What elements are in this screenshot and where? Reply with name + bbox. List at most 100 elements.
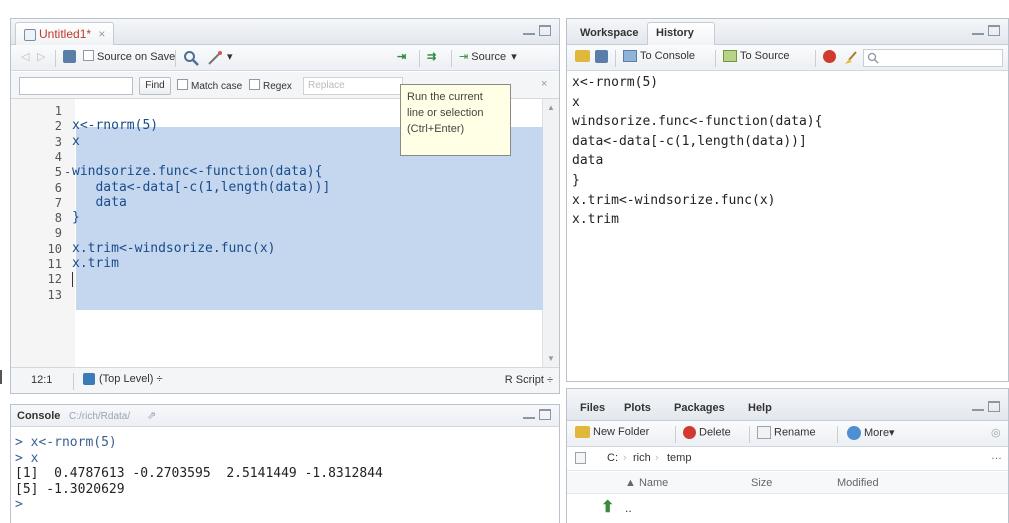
code-line[interactable]: windsorize.func<-function(data){ xyxy=(72,164,322,179)
source-dropdown-icon[interactable]: ▾ xyxy=(511,51,517,63)
file-type-selector[interactable]: R Script ÷ xyxy=(505,374,553,386)
more-menu-button[interactable]: More▾ xyxy=(847,426,895,443)
rerun-region-icon[interactable]: ⇉ xyxy=(427,50,436,67)
tab-workspace[interactable]: Workspace xyxy=(571,22,648,45)
history-entry[interactable]: } xyxy=(572,173,580,188)
pane-splitter-left[interactable] xyxy=(0,370,4,384)
delete-button[interactable]: Delete xyxy=(683,426,731,443)
code-line[interactable]: data xyxy=(72,195,126,210)
code-line[interactable]: x xyxy=(72,134,80,149)
history-search-input[interactable] xyxy=(863,49,1003,67)
history-toolbar: To Console To Source xyxy=(567,45,1008,71)
source-button[interactable]: ⇥ Source ▾ xyxy=(459,50,517,67)
replace-input[interactable]: Replace xyxy=(303,77,403,95)
source-on-save-checkbox[interactable]: Source on Save xyxy=(83,50,175,67)
history-list[interactable]: x<-rnorm(5) x windsorize.func<-function(da… xyxy=(567,71,1008,381)
tab-files[interactable]: Files xyxy=(571,397,614,420)
breadcrumb-more-icon[interactable]: … xyxy=(991,450,1002,462)
maximize-icon[interactable] xyxy=(539,25,551,36)
find-input[interactable] xyxy=(19,77,133,95)
cursor-position: 12:1 xyxy=(31,374,53,386)
find-button[interactable]: Find xyxy=(139,77,171,95)
remove-entry-icon[interactable] xyxy=(823,50,836,67)
breadcrumb-rich[interactable]: rich xyxy=(633,452,651,464)
minimize-icon[interactable] xyxy=(972,409,984,411)
save-icon[interactable] xyxy=(63,50,76,67)
save-history-icon[interactable] xyxy=(595,50,608,67)
code-line[interactable]: x.trim xyxy=(72,256,119,271)
code-tools-wand-icon[interactable] xyxy=(207,50,223,67)
history-entry[interactable]: windsorize.func<-function(data){ xyxy=(572,114,822,129)
maximize-icon[interactable] xyxy=(539,409,551,420)
files-up-row[interactable]: ⬆ .. xyxy=(567,495,1008,519)
scroll-down-icon[interactable]: ▼ xyxy=(547,354,555,363)
to-console-label: To Console xyxy=(640,50,696,62)
workspace-window-buttons[interactable] xyxy=(972,25,1002,39)
findbar-close-icon[interactable]: × xyxy=(541,78,547,95)
refresh-icon[interactable]: ◎ xyxy=(991,426,1001,443)
tab-untitled1[interactable]: Untitled1* × xyxy=(15,22,115,45)
files-window-buttons[interactable] xyxy=(972,401,1002,415)
history-entry[interactable]: data xyxy=(572,153,603,168)
column-size[interactable]: Size xyxy=(751,477,772,489)
history-entry[interactable]: x xyxy=(572,95,580,110)
tab-workspace-label: Workspace xyxy=(580,27,639,39)
find-icon[interactable] xyxy=(183,50,199,67)
go-to-directory-icon[interactable]: ⇗ xyxy=(147,409,156,422)
to-console-button[interactable]: To Console xyxy=(623,50,695,67)
scroll-up-icon[interactable]: ▲ xyxy=(547,103,555,112)
to-source-icon xyxy=(723,50,737,63)
regex-checkbox[interactable]: Regex xyxy=(249,79,292,96)
tab-plots[interactable]: Plots xyxy=(615,397,660,420)
wand-dropdown-icon[interactable]: ▾ xyxy=(227,50,233,67)
console-output[interactable]: > x<-rnorm(5) > x [1] 0.4787613 -0.2703595… xyxy=(11,429,559,523)
column-modified[interactable]: Modified xyxy=(837,477,879,489)
breadcrumb-temp[interactable]: temp xyxy=(667,452,691,464)
tab-history[interactable]: History xyxy=(647,22,715,45)
column-name[interactable]: ▲ Name xyxy=(625,477,668,489)
history-entry[interactable]: x.trim<-windsorize.func(x) xyxy=(572,193,776,208)
code-line[interactable]: x<-rnorm(5) xyxy=(72,118,158,133)
source-button-label: Source xyxy=(471,51,507,63)
editor-scrollbar[interactable]: ▲ ▼ xyxy=(542,99,559,367)
code-line[interactable]: x.trim<-windsorize.func(x) xyxy=(72,241,276,256)
tab-close-icon[interactable]: × xyxy=(98,27,105,41)
minimize-icon[interactable] xyxy=(972,33,984,35)
history-entry[interactable]: x.trim xyxy=(572,212,619,227)
regex-label: Regex xyxy=(263,81,292,92)
workspace-pane: Workspace History To Console To Source x… xyxy=(566,18,1009,382)
toolbar-separator xyxy=(175,50,176,67)
rename-label: Rename xyxy=(774,426,816,439)
tab-help[interactable]: Help xyxy=(739,397,781,420)
toolbar-separator xyxy=(419,50,420,67)
breadcrumb-drive[interactable]: C: xyxy=(607,452,618,464)
toolbar-separator xyxy=(815,50,816,67)
rename-button[interactable]: Rename xyxy=(757,426,816,443)
forward-arrow-icon[interactable]: ▷ xyxy=(37,50,45,67)
breadcrumb-home-icon[interactable] xyxy=(575,452,586,464)
up-row-label: .. xyxy=(625,501,632,515)
match-case-checkbox[interactable]: Match case xyxy=(177,79,242,96)
clear-history-broom-icon[interactable] xyxy=(843,50,859,67)
line-number: 9 xyxy=(54,226,62,241)
maximize-icon[interactable] xyxy=(988,25,1000,36)
minimize-icon[interactable] xyxy=(523,33,535,35)
search-icon xyxy=(867,52,879,64)
to-source-button[interactable]: To Source xyxy=(723,50,790,67)
new-folder-button[interactable]: New Folder xyxy=(575,426,649,443)
history-entry[interactable]: data<-data[-c(1,length(data))] xyxy=(572,134,807,149)
code-line[interactable]: data<-data[-c(1,length(data))] xyxy=(72,180,330,195)
source-window-buttons[interactable] xyxy=(523,25,553,39)
run-line-icon[interactable]: ⇥ xyxy=(397,50,406,67)
tab-packages[interactable]: Packages xyxy=(665,397,734,420)
minimize-icon[interactable] xyxy=(523,417,535,419)
console-window-buttons[interactable] xyxy=(523,409,553,423)
maximize-icon[interactable] xyxy=(988,401,1000,412)
history-entry[interactable]: x<-rnorm(5) xyxy=(572,75,658,90)
back-arrow-icon[interactable]: ◁ xyxy=(21,50,29,67)
scope-selector[interactable]: (Top Level) ÷ xyxy=(83,373,163,386)
load-history-icon[interactable] xyxy=(575,50,590,67)
fold-toggle-icon[interactable]: - xyxy=(64,165,71,179)
code-line[interactable]: } xyxy=(72,210,80,225)
line-number: 8 xyxy=(54,211,62,226)
